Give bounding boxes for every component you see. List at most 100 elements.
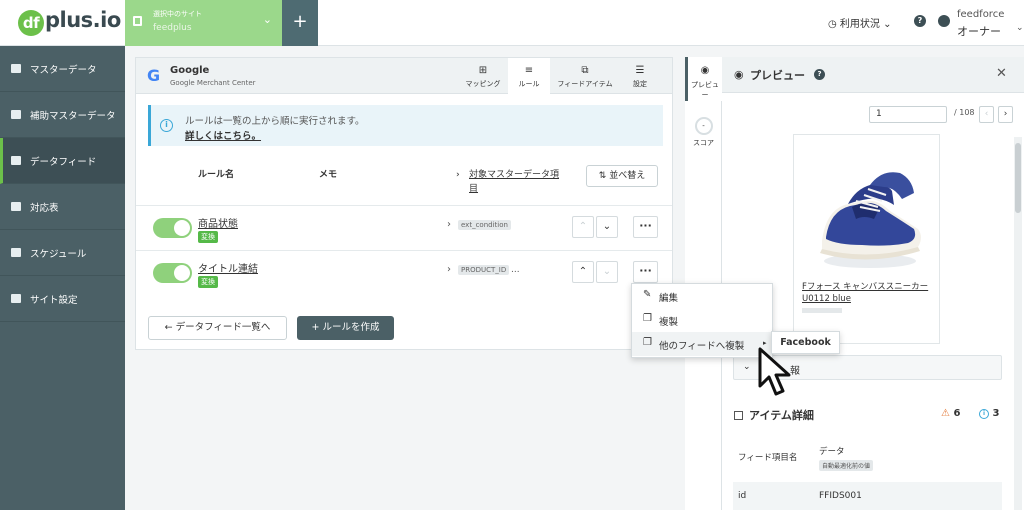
product-image[interactable] xyxy=(808,149,926,274)
info-icon: i xyxy=(160,119,173,132)
rule-target-more: ... xyxy=(511,265,520,275)
page-input[interactable]: 1 xyxy=(869,106,947,123)
mouse-cursor-icon xyxy=(758,347,791,396)
settings-icon: ☰ xyxy=(635,65,645,76)
tab-label: ルール xyxy=(518,80,540,88)
chevron-up-icon: ⌃ xyxy=(578,266,588,277)
info-icon: i xyxy=(979,409,989,419)
more-actions-button[interactable]: ··· xyxy=(633,261,658,283)
preview-title: プレビュー xyxy=(750,69,805,82)
tab-score[interactable]: - スコア xyxy=(685,109,722,153)
prev-page-button[interactable]: ‹ xyxy=(979,106,994,123)
copy-icon: ❐ xyxy=(643,337,652,348)
sidebar-item-sub-master-data[interactable]: 補助マスターデータ xyxy=(0,92,125,138)
column-header-rule-name: ルール名 xyxy=(198,170,235,180)
chevron-up-icon: ⌃ xyxy=(578,221,588,232)
preview-scrollbar[interactable] xyxy=(1014,137,1022,510)
usage-label: 利用状況 xyxy=(839,19,880,30)
info-link[interactable]: 詳しくはこちら。 xyxy=(185,128,261,142)
tab-settings[interactable]: ☰ 設定 xyxy=(620,58,660,94)
score-ring: - xyxy=(694,117,713,135)
menu-item-duplicate[interactable]: ❐ 複製 xyxy=(632,308,772,332)
help-icon[interactable]: ? xyxy=(914,15,926,27)
feed-name: Google xyxy=(170,65,210,76)
back-to-feeds-button[interactable]: ← データフィード一覧へ xyxy=(148,316,287,340)
create-label: ルールを作成 xyxy=(322,322,380,333)
rule-badge: 変換 xyxy=(198,231,218,243)
create-rule-button[interactable]: + ルールを作成 xyxy=(297,316,394,340)
chevron-right-icon: › xyxy=(447,264,451,275)
folders-icon xyxy=(11,110,21,119)
sidebar-item-site-settings[interactable]: サイト設定 xyxy=(0,276,125,322)
chevron-down-icon: ⌄ xyxy=(743,362,751,372)
items-icon: ⧉ xyxy=(581,65,589,76)
mapping-icon: ⊞ xyxy=(478,65,488,76)
menu-item-edit[interactable]: ✎ 編集 xyxy=(632,284,772,308)
sidebar-item-master-data[interactable]: マスターデータ xyxy=(0,46,125,92)
eye-icon: ◉ xyxy=(734,68,744,81)
ellipsis-icon: ··· xyxy=(639,264,652,277)
menu-item-copy-to-feed[interactable]: ❐ 他のフィードへ複製 ▸ xyxy=(632,332,772,356)
copy-icon: ❐ xyxy=(643,313,652,324)
info-count[interactable]: i 3 xyxy=(979,408,999,419)
tab-rules[interactable]: ≡ ルール xyxy=(508,58,550,95)
move-up-button[interactable]: ⌃ xyxy=(572,216,594,238)
column-header-data: データ xyxy=(819,447,845,457)
preview-header: ◉ プレビュー ? ✕ xyxy=(722,57,1024,93)
info-alert: i ルールは一覧の上から順に実行されます。 詳しくはこちら。 xyxy=(148,105,663,146)
google-logo-icon: G xyxy=(147,66,161,85)
sidebar-item-data-feed[interactable]: データフィード xyxy=(0,138,125,184)
warning-count[interactable]: ⚠ 6 xyxy=(941,408,960,419)
sidebar-item-label: マスターデータ xyxy=(30,65,97,76)
next-page-button[interactable]: › xyxy=(998,106,1013,123)
tab-feed-items[interactable]: ⧉ フィードアイテム xyxy=(550,58,620,94)
rule-name-link[interactable]: 商品状態 xyxy=(198,215,238,230)
sidebar: マスターデータ 補助マスターデータ データフィード 対応表 スケジュール サイト… xyxy=(0,46,125,510)
rule-name-link[interactable]: タイトル連結 xyxy=(198,260,258,275)
tab-label: 設定 xyxy=(633,80,647,88)
move-up-button[interactable]: ⌃ xyxy=(572,261,594,283)
column-header-field: フィード項目名 xyxy=(738,453,798,463)
calendar-icon xyxy=(11,248,21,257)
rule-toggle[interactable] xyxy=(153,263,192,283)
sidebar-item-mapping-table[interactable]: 対応表 xyxy=(0,184,125,230)
sidebar-item-label: スケジュール xyxy=(30,249,87,260)
chevron-right-icon: › xyxy=(447,219,451,230)
move-down-button[interactable]: ⌄ xyxy=(596,216,618,238)
more-actions-button[interactable]: ··· xyxy=(633,216,658,238)
tab-preview[interactable]: ◉ プレビュー xyxy=(685,57,722,101)
menu-item-label: 編集 xyxy=(659,293,679,304)
logo-mark: df xyxy=(18,10,44,36)
help-icon[interactable]: ? xyxy=(814,69,825,80)
chevron-right-icon: › xyxy=(1003,109,1008,119)
site-selector[interactable]: 選択中のサイト feedplus ⌄ xyxy=(125,0,282,46)
table-icon xyxy=(11,202,21,211)
warning-icon: ⚠ xyxy=(941,408,950,419)
item-detail-table: フィード項目名 データ 自動最適化前の値 id FFIDS001 xyxy=(733,438,1002,510)
sidebar-item-schedule[interactable]: スケジュール xyxy=(0,230,125,276)
move-down-button[interactable]: ⌄ xyxy=(596,261,618,283)
site-icon xyxy=(133,16,142,26)
usage-menu[interactable]: ◷ 利用状況 ⌄ xyxy=(828,15,892,30)
ellipsis-icon: ··· xyxy=(639,219,652,232)
close-icon[interactable]: ✕ xyxy=(996,66,1007,81)
tab-mapping[interactable]: ⊞ マッピング xyxy=(458,58,508,94)
sort-button[interactable]: ⇅ 並べ替え xyxy=(586,165,658,187)
chevron-down-icon: ⌄ xyxy=(262,13,272,26)
pencil-icon: ✎ xyxy=(643,289,652,300)
scrollbar-thumb[interactable] xyxy=(1015,143,1021,213)
sort-icon: ⇅ xyxy=(598,171,607,181)
rule-toggle[interactable] xyxy=(153,218,192,238)
column-header-target[interactable]: 対象マスターデータ項目 xyxy=(469,168,559,196)
rule-target-tag: PRODUCT_ID xyxy=(458,265,510,275)
product-name-link[interactable]: Fフォース キャンバススニーカー U0112 blue xyxy=(802,281,934,305)
top-bar: df plus.io 選択中のサイト feedplus ⌄ + ◷ 利用状況 ⌄ … xyxy=(0,0,1024,46)
rule-context-menu: ✎ 編集 ❐ 複製 ❐ 他のフィードへ複製 ▸ xyxy=(631,283,773,358)
user-icon xyxy=(938,15,950,27)
sidebar-item-label: 対応表 xyxy=(30,203,59,214)
sliders-icon xyxy=(11,294,21,303)
arrow-left-icon: ← xyxy=(164,322,173,333)
sidebar-item-label: 補助マスターデータ xyxy=(30,111,116,122)
app-logo[interactable]: df plus.io xyxy=(18,8,121,36)
add-site-button[interactable]: + xyxy=(282,0,318,46)
